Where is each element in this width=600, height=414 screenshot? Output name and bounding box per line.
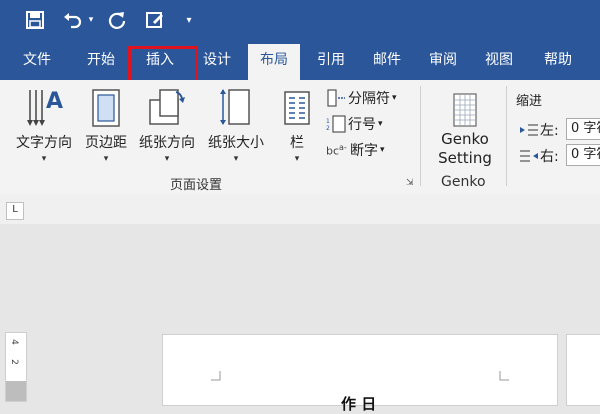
columns-button[interactable]: 栏 ▾ (276, 86, 318, 164)
tab-references[interactable]: 引用 (308, 40, 354, 80)
genko-label-line2: Setting (438, 149, 492, 167)
group-separator (506, 86, 507, 186)
breaks-label: 分隔符 (348, 91, 390, 107)
ruler-margin-shade (6, 381, 26, 401)
tab-design[interactable]: 设计 (194, 40, 240, 80)
tab-mailings[interactable]: 邮件 (364, 40, 410, 80)
indent-right-input[interactable]: 0 字符 (566, 144, 600, 166)
indent-left-label: 左: (540, 123, 559, 139)
tab-help[interactable]: 帮助 (532, 40, 584, 80)
hyphenation-button[interactable]: bca- 断字 ▾ (326, 140, 385, 160)
undo-icon[interactable] (62, 8, 84, 32)
line-numbers-button[interactable]: 12 行号 ▾ (326, 114, 383, 134)
hyphenation-label: 断字 (350, 143, 378, 159)
chevron-down-icon: ▾ (41, 154, 47, 164)
tab-insert[interactable]: 插入 (137, 40, 183, 80)
dialog-launcher-icon[interactable]: ⇲ (406, 178, 414, 188)
save-icon[interactable] (24, 8, 46, 32)
indent-title: 缩进 (516, 94, 543, 109)
genko-group-label: Genko (441, 174, 486, 190)
breaks-button[interactable]: 分隔符 ▾ (326, 88, 397, 108)
columns-icon (276, 86, 318, 128)
customize-icon[interactable]: ▾ (182, 8, 196, 32)
hyphenation-icon: bca- (326, 142, 347, 158)
tab-home[interactable]: 开始 (78, 40, 124, 80)
chevron-down-icon: ▾ (233, 154, 239, 164)
tab-file[interactable]: 文件 (14, 40, 60, 80)
title-bar: ▾ ▾ (0, 0, 600, 40)
tab-selector[interactable]: L (6, 202, 24, 220)
svg-text:1: 1 (326, 118, 330, 125)
document-title: 作 日 (341, 395, 377, 413)
chevron-down-icon: ▾ (392, 93, 397, 103)
indent-right-icon (520, 149, 540, 163)
size-label: 纸张大小 (208, 135, 264, 151)
svg-text:A: A (46, 89, 63, 114)
text-direction-label: 文字方向 (16, 135, 72, 151)
chevron-down-icon: ▾ (103, 154, 109, 164)
paper-size-icon (203, 86, 269, 128)
edit-icon[interactable] (144, 8, 166, 32)
crop-mark-right (499, 371, 509, 381)
text-direction-button[interactable]: A 文字方向 ▾ (10, 86, 78, 164)
line-numbers-label: 行号 (348, 117, 376, 133)
genko-label-line1: Genko (441, 130, 489, 148)
redo-icon[interactable] (106, 8, 128, 32)
crop-mark-left (211, 371, 221, 381)
chevron-down-icon: ▾ (380, 145, 385, 155)
ruler-mark: 4 (8, 339, 19, 345)
page-setup-group-label: 页面设置 (170, 178, 223, 193)
margins-icon (80, 86, 132, 128)
indent-left-row: 左: (520, 120, 559, 140)
indent-left-icon (520, 123, 540, 137)
vertical-ruler: 4 2 (5, 332, 27, 402)
tab-view[interactable]: 视图 (476, 40, 522, 80)
indent-right-row: 右: (520, 146, 559, 166)
genko-icon (428, 86, 502, 128)
ruler-bar: L (0, 194, 600, 224)
document-page-next[interactable] (566, 334, 600, 406)
orientation-button[interactable]: 纸张方向 ▾ (134, 86, 200, 164)
chevron-down-icon: ▾ (378, 119, 383, 129)
breaks-icon (326, 89, 348, 107)
svg-text:2: 2 (326, 125, 330, 132)
chevron-down-icon: ▾ (294, 154, 300, 164)
line-numbers-icon: 12 (326, 115, 348, 133)
group-separator (420, 86, 421, 186)
orientation-label: 纸张方向 (139, 135, 195, 151)
margins-label: 页边距 (85, 135, 127, 151)
columns-label: 栏 (290, 135, 304, 151)
indent-left-input[interactable]: 0 字符 (566, 118, 600, 140)
tab-review[interactable]: 审阅 (420, 40, 466, 80)
size-button[interactable]: 纸张大小 ▾ (203, 86, 269, 164)
genko-setting-button[interactable]: Genko Setting (428, 86, 502, 168)
text-direction-icon: A (10, 86, 78, 128)
orientation-icon (134, 86, 200, 128)
ribbon-tabs: 文件 开始 插入 设计 布局 引用 邮件 审阅 视图 帮助 (0, 40, 600, 80)
margins-button[interactable]: 页边距 ▾ (80, 86, 132, 164)
ribbon-layout: A 文字方向 ▾ 页边距 ▾ 纸张方向 ▾ 纸张大小 ▾ 栏 ▾ 分隔符 ▾ 1… (0, 80, 600, 195)
tab-layout[interactable]: 布局 (248, 44, 300, 80)
undo-dropdown-icon[interactable]: ▾ (86, 8, 96, 32)
indent-right-label: 右: (540, 149, 559, 165)
chevron-down-icon: ▾ (164, 154, 170, 164)
document-page[interactable]: 作 日 (162, 334, 558, 413)
ruler-mark: 2 (8, 359, 19, 365)
